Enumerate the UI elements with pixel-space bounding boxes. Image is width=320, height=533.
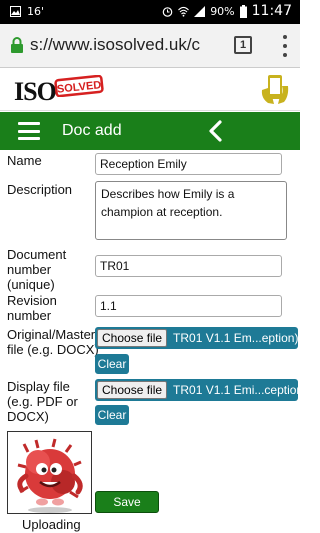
display-file-label: Display file (e.g. PDF or DOCX) (7, 379, 78, 424)
document-number-label-line2: number (7, 262, 52, 277)
display-clear-button[interactable]: Clear (95, 405, 129, 425)
display-file-name: TR01 V1.1 Emi...ception).pdf (173, 383, 298, 397)
status-bar: 16' 90% 11:47 (0, 0, 300, 24)
battery-icon (239, 4, 247, 18)
image-icon (10, 6, 21, 17)
description-label: Description (7, 182, 73, 197)
name-label: Name (7, 153, 42, 168)
original-file-label-line1: Original/Master (7, 327, 96, 342)
browser-toolbar: s://www.isosolved.uk/c 1 (0, 24, 300, 68)
revision-number-label-line2: number (7, 308, 52, 323)
page-title: Doc add (62, 122, 122, 139)
clock: 11:47 (251, 3, 292, 19)
document-number-label: Document number (unique) (7, 247, 66, 292)
display-file-label-line2: (e.g. PDF or (7, 394, 78, 409)
revision-number-input[interactable]: 1.1 (95, 295, 282, 317)
original-file-label-line2: file (e.g. DOCX) (7, 342, 99, 357)
original-file-input[interactable]: Choose file TR01 V1.1 Em...eption).docx (95, 327, 298, 349)
chevron-left-icon[interactable] (208, 120, 222, 142)
document-number-label-line3: (unique) (7, 277, 55, 292)
logo-iso-text[interactable]: ISO (14, 77, 57, 107)
signal-icon (194, 5, 206, 17)
document-number-input[interactable]: TR01 (95, 255, 282, 277)
name-input[interactable]: Reception Emily (95, 153, 282, 175)
original-file-label: Original/Master file (e.g. DOCX) (7, 327, 99, 357)
description-textarea[interactable]: Describes how Emily is a champion at rec… (95, 181, 287, 240)
alarm-icon (162, 6, 173, 17)
mascot-image (17, 438, 83, 513)
logo-solved-badge[interactable]: SOLVED (54, 75, 104, 97)
original-file-name: TR01 V1.1 Em...eption).docx (173, 331, 298, 345)
save-button[interactable]: Save (95, 491, 159, 513)
browser-menu-button[interactable] (282, 35, 288, 57)
site-header: ISO SOLVED (0, 68, 300, 111)
tab-switcher-button[interactable]: 1 (234, 36, 252, 54)
document-number-label-line1: Document (7, 247, 67, 262)
revision-number-label: Revision number (7, 293, 57, 323)
display-file-label-line1: Display file (7, 379, 70, 394)
display-file-label-line3: DOCX) (7, 409, 49, 424)
uploading-status: Uploading (22, 517, 81, 532)
display-choose-file-button[interactable]: Choose file (97, 381, 168, 399)
original-choose-file-button[interactable]: Choose file (97, 329, 168, 347)
lock-icon[interactable] (10, 37, 24, 53)
menu-icon[interactable] (18, 122, 40, 140)
battery-text: 90% (210, 4, 235, 18)
wifi-icon (178, 6, 190, 17)
document-preview-image (7, 431, 92, 514)
display-file-input[interactable]: Choose file TR01 V1.1 Emi...ception).pdf (95, 379, 298, 401)
address-bar[interactable]: s://www.isosolved.uk/c (30, 35, 218, 55)
original-clear-button[interactable]: Clear (95, 354, 129, 374)
page-header-bar: Doc add (0, 112, 300, 150)
status-left-text: 16' (27, 5, 45, 18)
mobile-phone-icon (261, 75, 289, 104)
revision-number-label-line1: Revision (7, 293, 57, 308)
